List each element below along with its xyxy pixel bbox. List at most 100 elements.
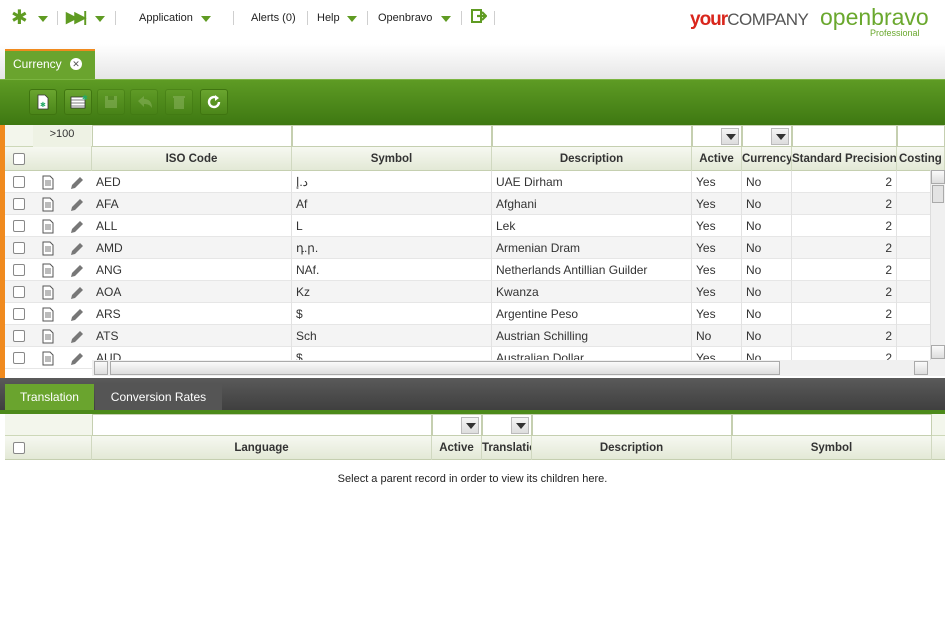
edit-pencil-icon[interactable] bbox=[69, 307, 85, 323]
edit-pencil-icon[interactable] bbox=[69, 329, 85, 345]
user-dropdown-icon[interactable] bbox=[441, 16, 451, 22]
table-row[interactable]: AOA Kz Kwanza Yes No 2 bbox=[5, 281, 935, 303]
table-row[interactable]: ANG NAf. Netherlands Antillian Guilder Yes N… bbox=[5, 259, 935, 281]
quick-launch-dropdown-icon[interactable] bbox=[95, 16, 105, 22]
user-menu[interactable]: Openbravo bbox=[378, 12, 432, 24]
scroll-left-icon[interactable] bbox=[94, 361, 108, 375]
chevron-down-icon[interactable] bbox=[771, 128, 789, 145]
symbol-filter[interactable] bbox=[292, 125, 492, 147]
active-filter[interactable] bbox=[432, 414, 482, 436]
row-checkbox[interactable] bbox=[13, 220, 25, 232]
cell-iso: ARS bbox=[92, 303, 292, 325]
table-row[interactable]: ALL L Lek Yes No 2 bbox=[5, 215, 935, 237]
new-document-button[interactable]: ✱ bbox=[29, 89, 57, 115]
column-header[interactable]: Language bbox=[92, 436, 432, 460]
application-menu[interactable]: Application bbox=[139, 12, 193, 24]
undo-button[interactable] bbox=[130, 89, 158, 115]
row-checkbox[interactable] bbox=[13, 308, 25, 320]
table-row[interactable]: AMD դ.ր. Armenian Dram Yes No 2 bbox=[5, 237, 935, 259]
help-menu[interactable]: Help bbox=[317, 12, 340, 24]
chevron-down-icon[interactable] bbox=[721, 128, 739, 145]
row-checkbox[interactable] bbox=[13, 330, 25, 342]
table-row[interactable]: AED د.إ UAE Dirham Yes No 2 bbox=[5, 171, 935, 193]
select-all-checkbox[interactable] bbox=[13, 442, 25, 454]
edit-pencil-icon[interactable] bbox=[69, 351, 85, 367]
document-icon[interactable] bbox=[41, 285, 55, 300]
refresh-button[interactable] bbox=[200, 89, 228, 115]
currency-filter[interactable] bbox=[742, 125, 792, 147]
iso-code-filter[interactable] bbox=[92, 125, 292, 147]
tab-conversion-rates[interactable]: Conversion Rates bbox=[95, 384, 222, 410]
column-header[interactable]: Currency bbox=[742, 147, 792, 171]
cell-currency: No bbox=[742, 193, 792, 215]
column-header[interactable]: Symbol bbox=[292, 147, 492, 171]
scroll-down-icon[interactable] bbox=[931, 345, 945, 359]
workspace-dropdown-icon[interactable] bbox=[38, 16, 48, 22]
symbol-filter[interactable] bbox=[732, 414, 932, 436]
language-filter[interactable] bbox=[92, 414, 432, 436]
table-row[interactable]: ATS Sch Austrian Schilling No No 2 bbox=[5, 325, 935, 347]
chevron-down-icon[interactable] bbox=[461, 417, 479, 434]
select-all-checkbox[interactable] bbox=[13, 153, 25, 165]
edit-pencil-icon[interactable] bbox=[69, 285, 85, 301]
document-icon[interactable] bbox=[41, 329, 55, 344]
column-header[interactable]: Active bbox=[432, 436, 482, 460]
tab-currency[interactable]: Currency ✕ bbox=[5, 49, 95, 79]
edit-pencil-icon[interactable] bbox=[69, 197, 85, 213]
tab-translation[interactable]: Translation bbox=[5, 384, 94, 410]
active-filter[interactable] bbox=[692, 125, 742, 147]
close-icon[interactable]: ✕ bbox=[70, 58, 82, 70]
column-header[interactable]: Standard Precision bbox=[792, 147, 897, 171]
column-header[interactable]: Active bbox=[692, 147, 742, 171]
alerts-link[interactable]: Alerts (0) bbox=[251, 12, 296, 24]
horizontal-scrollbar[interactable] bbox=[92, 360, 945, 376]
new-row-button[interactable]: ✱ bbox=[64, 89, 92, 115]
edit-pencil-icon[interactable] bbox=[69, 241, 85, 257]
scroll-thumb[interactable] bbox=[932, 185, 944, 203]
document-icon[interactable] bbox=[41, 175, 55, 190]
table-row[interactable]: ARS $ Argentine Peso Yes No 2 bbox=[5, 303, 935, 325]
row-checkbox[interactable] bbox=[13, 286, 25, 298]
column-header[interactable]: ISO Code bbox=[92, 147, 292, 171]
vertical-scrollbar[interactable] bbox=[930, 170, 945, 360]
save-button[interactable] bbox=[97, 89, 125, 115]
document-icon[interactable] bbox=[41, 351, 55, 366]
translation-filter[interactable] bbox=[482, 414, 532, 436]
grid-header: ISO Code Symbol Description Active Curre… bbox=[5, 147, 945, 171]
document-icon[interactable] bbox=[41, 241, 55, 256]
column-header[interactable]: Symbol bbox=[732, 436, 932, 460]
row-checkbox[interactable] bbox=[13, 198, 25, 210]
quick-launch-icon[interactable]: ▶▶| bbox=[66, 8, 87, 26]
precision-filter[interactable] bbox=[792, 125, 897, 147]
delete-button[interactable] bbox=[165, 89, 193, 115]
column-header[interactable]: Costing bbox=[897, 147, 945, 171]
row-checkbox[interactable] bbox=[13, 242, 25, 254]
scroll-right-icon[interactable] bbox=[914, 361, 928, 375]
logout-icon[interactable] bbox=[471, 8, 488, 27]
scroll-up-icon[interactable] bbox=[931, 170, 945, 184]
application-dropdown-icon[interactable] bbox=[201, 16, 211, 22]
chevron-down-icon[interactable] bbox=[511, 417, 529, 434]
column-header[interactable]: Description bbox=[492, 147, 692, 171]
cell-active: Yes bbox=[692, 303, 742, 325]
costing-filter[interactable] bbox=[897, 125, 945, 147]
help-dropdown-icon[interactable] bbox=[347, 16, 357, 22]
edit-pencil-icon[interactable] bbox=[69, 263, 85, 279]
edit-pencil-icon[interactable] bbox=[69, 219, 85, 235]
document-icon[interactable] bbox=[41, 197, 55, 212]
description-filter[interactable] bbox=[492, 125, 692, 147]
table-row[interactable]: AFA Af Afghani Yes No 2 bbox=[5, 193, 935, 215]
column-header[interactable]: Translation bbox=[482, 436, 532, 460]
document-icon[interactable] bbox=[41, 307, 55, 322]
scroll-thumb[interactable] bbox=[110, 361, 780, 375]
workspace-icon[interactable]: ✱ bbox=[11, 8, 28, 28]
description-filter[interactable] bbox=[532, 414, 732, 436]
row-checkbox[interactable] bbox=[13, 352, 25, 364]
refresh-icon bbox=[207, 95, 221, 109]
document-icon[interactable] bbox=[41, 263, 55, 278]
column-header[interactable]: Description bbox=[532, 436, 732, 460]
edit-pencil-icon[interactable] bbox=[69, 175, 85, 191]
row-checkbox[interactable] bbox=[13, 176, 25, 188]
document-icon[interactable] bbox=[41, 219, 55, 234]
row-checkbox[interactable] bbox=[13, 264, 25, 276]
